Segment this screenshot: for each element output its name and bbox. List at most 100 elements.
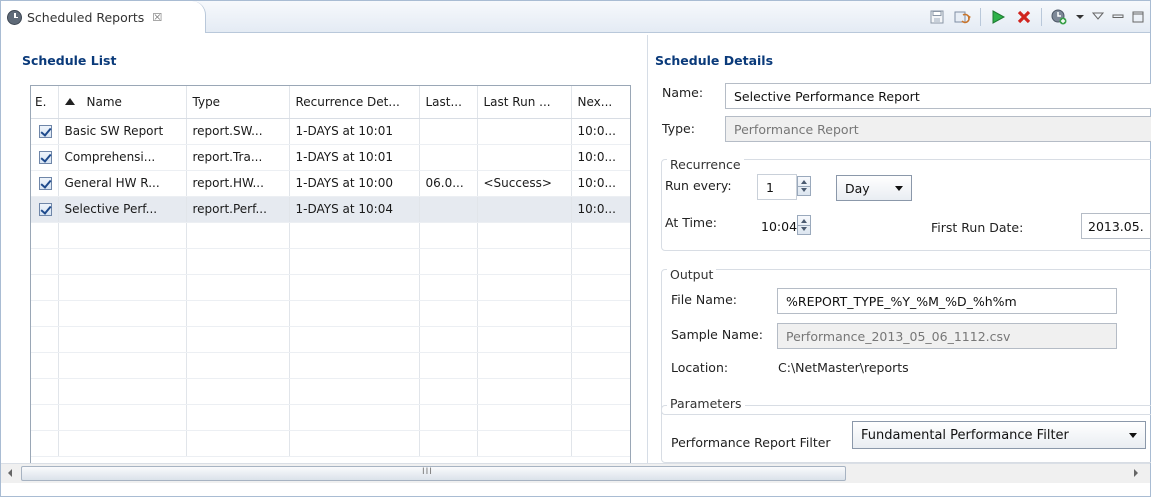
column-header-name-label: Name [86, 94, 122, 109]
tab-title: Scheduled Reports [27, 9, 145, 25]
run-every-spinner[interactable] [797, 176, 811, 196]
schedule-details-panel: Schedule Details Name: Selective Perform… [651, 33, 1151, 463]
column-header-type[interactable]: Type [186, 86, 290, 119]
view-toolbar [928, 1, 1144, 33]
chevron-down-icon[interactable] [1076, 8, 1084, 26]
cell-type: report.SW... [186, 118, 290, 145]
performance-filter-dropdown[interactable]: Fundamental Performance Filter [852, 421, 1146, 449]
toolbar-separator [980, 8, 981, 26]
cell-next: 10:0... [571, 118, 630, 145]
sample-name-field: Performance_2013_05_06_1112.csv [777, 323, 1117, 349]
add-schedule-icon[interactable] [1050, 8, 1068, 26]
cell-name: Basic SW Report [58, 118, 187, 145]
delete-icon[interactable] [1015, 8, 1033, 26]
run-icon[interactable] [989, 8, 1007, 26]
table-header-row: E. Name Type Recurrence Det... Last... L… [31, 86, 630, 119]
cell-next: 10:0... [571, 170, 630, 197]
minimize-icon[interactable] [1112, 8, 1124, 26]
cell-type: report.Tra... [186, 144, 290, 171]
cell-type: report.HW... [186, 170, 290, 197]
view-menu-icon[interactable] [1092, 8, 1104, 26]
toolbar-separator [1041, 8, 1042, 26]
name-label: Name: [662, 85, 704, 100]
scrollbar-thumb[interactable]: III [21, 466, 846, 481]
horizontal-scrollbar[interactable]: III [1, 463, 1150, 483]
at-time-spinner[interactable] [797, 215, 811, 235]
column-header-enabled[interactable]: E. [31, 86, 59, 119]
table-row[interactable]: General HW R... report.HW... 1-DAYS at 1… [31, 170, 630, 197]
cell-name: Comprehensi... [58, 144, 187, 171]
empty-row [31, 352, 630, 379]
cell-name: General HW R... [58, 170, 187, 197]
schedule-list-panel: Schedule List E. Name Type Recurrence De… [1, 33, 645, 479]
at-time-input[interactable]: 10:04 [757, 213, 797, 239]
cell-last-run [477, 118, 572, 145]
type-label: Type: [662, 121, 695, 136]
type-field: Performance Report [725, 116, 1151, 142]
close-icon[interactable]: ☒ [152, 11, 162, 24]
column-header-last[interactable]: Last... [419, 86, 478, 119]
column-header-recurrence[interactable]: Recurrence Det... [289, 86, 420, 119]
view-tab-bar: Scheduled Reports ☒ [1, 1, 1150, 33]
cell-last-run [477, 196, 572, 223]
empty-row [31, 300, 630, 327]
maximize-icon[interactable] [1132, 8, 1144, 26]
schedule-table[interactable]: E. Name Type Recurrence Det... Last... L… [30, 85, 631, 479]
enabled-checkbox[interactable] [39, 177, 52, 190]
cell-recurrence: 1-DAYS at 10:04 [289, 196, 420, 223]
cell-last [419, 144, 478, 171]
column-header-name[interactable]: Name [58, 86, 187, 119]
empty-row [31, 326, 630, 353]
empty-row [31, 404, 630, 431]
sample-name-label: Sample Name: [671, 327, 763, 342]
tab-scheduled-reports[interactable]: Scheduled Reports ☒ [1, 1, 206, 33]
first-run-date-label: First Run Date: [931, 220, 1024, 235]
file-name-label: File Name: [671, 292, 737, 307]
cell-recurrence: 1-DAYS at 10:01 [289, 144, 420, 171]
save-icon[interactable] [928, 8, 946, 26]
recurrence-group [661, 159, 1151, 251]
performance-filter-label: Performance Report Filter [671, 435, 831, 450]
recurrence-group-title: Recurrence [667, 157, 744, 172]
table-row[interactable]: Comprehensi... report.Tra... 1-DAYS at 1… [31, 144, 630, 171]
empty-row [31, 430, 630, 457]
empty-row [31, 248, 630, 275]
recurrence-unit-dropdown[interactable]: Day [836, 175, 912, 201]
empty-row [31, 274, 630, 301]
cell-name: Selective Perf... [58, 196, 187, 223]
scrollbar-grip: III [422, 467, 433, 477]
enabled-checkbox[interactable] [39, 151, 52, 164]
scroll-right-icon[interactable] [1134, 469, 1138, 477]
schedule-details-title: Schedule Details [655, 53, 774, 68]
column-header-last-run[interactable]: Last Run ... [477, 86, 572, 119]
cell-last [419, 196, 478, 223]
cell-recurrence: 1-DAYS at 10:00 [289, 170, 420, 197]
enabled-checkbox[interactable] [39, 125, 52, 138]
sort-ascending-icon [64, 97, 75, 105]
first-run-date-field[interactable]: 2013.05. [1081, 213, 1151, 239]
recurrence-unit-value: Day [845, 180, 870, 196]
scroll-left-icon[interactable] [8, 469, 12, 477]
cell-last-run: <Success> [477, 170, 572, 197]
cell-last: 06.0... [419, 170, 478, 197]
name-field[interactable]: Selective Performance Report [725, 83, 1151, 109]
schedule-list-title: Schedule List [22, 53, 117, 68]
cell-last [419, 118, 478, 145]
at-time-label: At Time: [665, 215, 718, 230]
enabled-checkbox[interactable] [39, 203, 52, 216]
run-every-input[interactable]: 1 [757, 174, 797, 200]
cell-type: report.Perf... [186, 196, 290, 223]
chevron-down-icon [895, 186, 903, 191]
output-group-title: Output [667, 267, 717, 282]
parameters-group-title: Parameters [667, 396, 745, 411]
file-name-field[interactable]: %REPORT_TYPE_%Y_%M_%D_%h%m [777, 288, 1117, 314]
run-every-label: Run every: [665, 178, 732, 193]
empty-row [31, 378, 630, 405]
cell-next: 10:0... [571, 196, 630, 223]
table-row-selected[interactable]: Selective Perf... report.Perf... 1-DAYS … [31, 196, 630, 223]
table-row[interactable]: Basic SW Report report.SW... 1-DAYS at 1… [31, 118, 630, 145]
cell-next: 10:0... [571, 144, 630, 171]
clock-icon [7, 9, 22, 25]
column-header-next[interactable]: Nex... [571, 86, 630, 119]
refresh-icon[interactable] [954, 8, 972, 26]
